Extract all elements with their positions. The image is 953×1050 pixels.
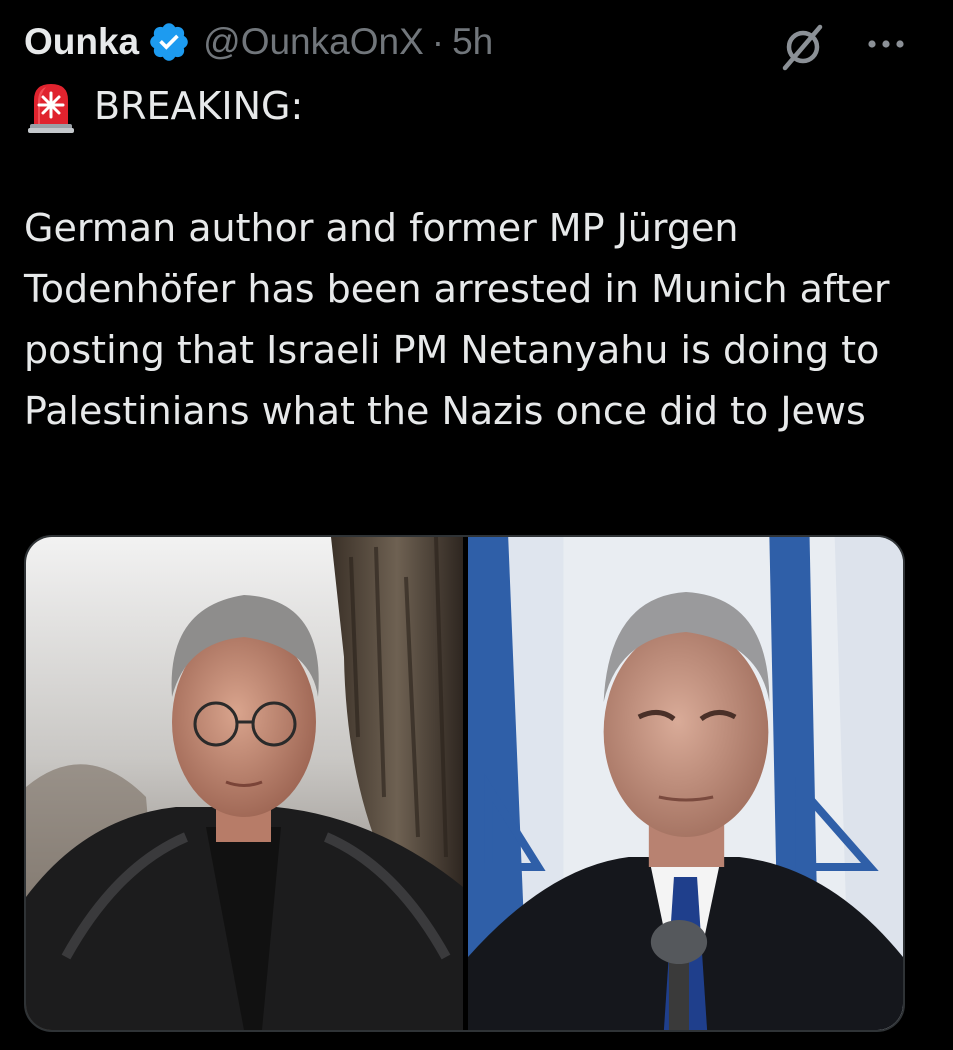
photo-netanyahu[interactable] [468,537,903,1030]
timestamp[interactable]: 5h [452,21,493,63]
tweet-body: German author and former MP Jürgen Toden… [24,206,890,433]
tweet-text: BREAKING: German author and former MP Jü… [24,76,924,442]
tweet-header: Ounka @OunkaOnX · 5h [24,16,913,71]
photo-todenhofer[interactable] [26,537,463,1030]
photo-todenhofer-image [26,537,463,1030]
author-name[interactable]: Ounka [24,21,139,63]
more-icon[interactable] [863,22,911,62]
breaking-line: BREAKING: [24,76,924,137]
photo-netanyahu-image [468,537,903,1030]
grok-icon[interactable] [777,22,827,72]
tweet-media [24,535,905,1032]
breaking-label: BREAKING: [94,84,304,128]
author-handle[interactable]: @OunkaOnX [203,21,424,63]
separator-dot: · [431,21,445,62]
verified-badge-icon [150,23,188,61]
siren-icon [28,83,74,133]
